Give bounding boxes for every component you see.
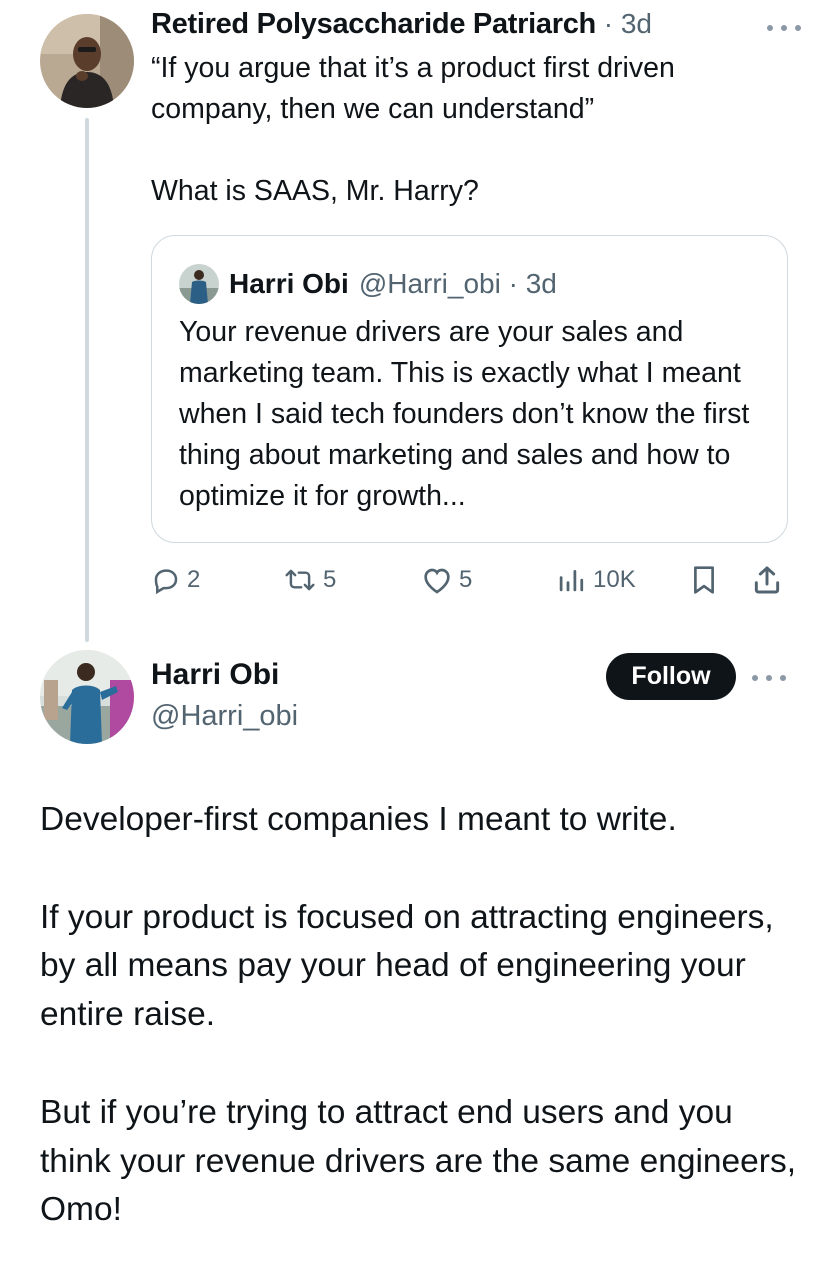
author-name[interactable]: Harri Obi [151,658,279,692]
bookmark-button[interactable] [689,560,719,600]
share-button[interactable] [751,560,783,600]
view-count: 10K [593,566,636,593]
reply-context-tweet[interactable]: Retired Polysaccharide Patriarch · 3d “I… [151,8,801,212]
follow-button[interactable]: Follow [606,653,736,700]
avatar-retired-polysaccharide-patriarch[interactable] [40,14,134,108]
tweet-text: “If you argue that it’s a product first … [151,52,675,207]
quoted-meta-separator: · [500,268,526,299]
heart-icon [424,568,450,594]
share-icon [754,566,780,594]
quoted-tweet-card[interactable]: Harri Obi @Harri_obi · 3d Your revenue d… [151,235,788,543]
like-button[interactable]: 5 [421,560,472,600]
repost-button[interactable]: 5 [283,560,336,600]
repost-count: 5 [323,566,337,593]
quoted-tweet-text: Your revenue drivers are your sales and … [179,316,758,512]
bookmark-icon [694,566,714,594]
tweet-text: Developer-first companies I meant to wri… [40,801,797,1229]
author-name[interactable]: Retired Polysaccharide Patriarch [151,8,596,41]
quoted-tweet-time: 3d [525,268,557,299]
more-options-icon[interactable] [752,672,786,684]
reply-count: 2 [187,566,201,593]
meta-separator: · [595,8,621,39]
reply-icon [154,569,178,595]
tweet-action-bar: 2 5 5 10K [151,560,791,600]
reply-button[interactable]: 2 [151,560,200,600]
more-options-icon[interactable] [767,22,801,34]
quoted-author-name: Harri Obi [229,268,349,299]
analytics-icon [559,570,584,592]
like-count: 5 [459,566,473,593]
repost-icon [285,569,315,591]
quoted-tweet-header: Harri Obi @Harri_obi · 3d [179,264,557,304]
avatar-harri-obi[interactable] [40,650,134,744]
tweet-header: Retired Polysaccharide Patriarch · 3d [151,8,801,48]
quoted-author-handle: @Harri_obi [358,268,501,299]
tweet-thread: Retired Polysaccharide Patriarch · 3d “I… [0,0,828,1261]
thread-connector-line [85,118,89,642]
author-handle[interactable]: @Harri_obi [151,700,298,733]
tweet-time[interactable]: 3d [621,8,652,40]
quoted-author-avatar [179,264,219,304]
views-button[interactable]: 10K [555,560,636,600]
